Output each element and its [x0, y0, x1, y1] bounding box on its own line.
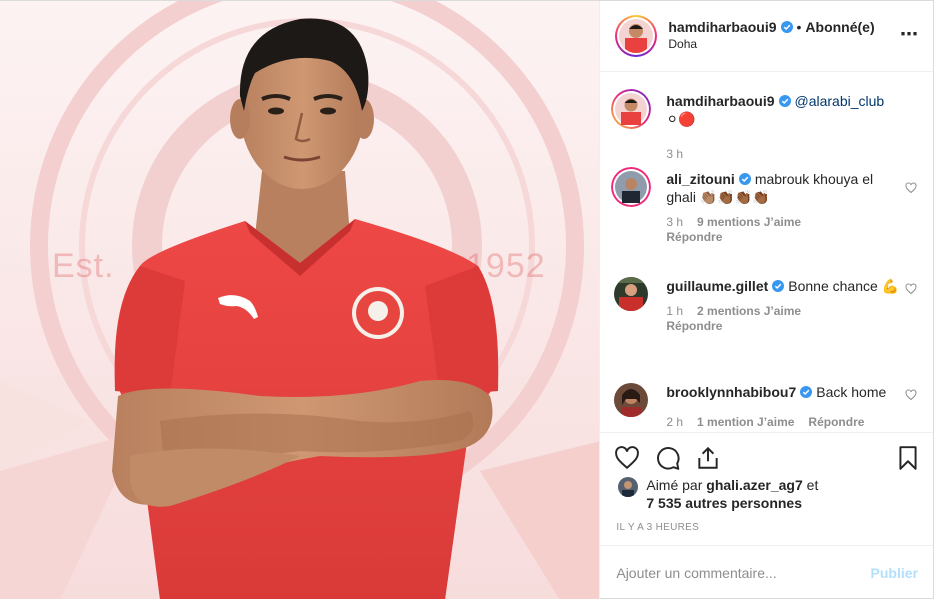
post-timestamp[interactable]: IL Y A 3 HEURES [616, 522, 699, 533]
player-photo-art [0, 1, 600, 599]
post-location[interactable]: Doha [668, 36, 874, 53]
comment-icon[interactable] [655, 445, 681, 471]
commenter-username[interactable]: guillaume.gillet [666, 278, 768, 294]
author-avatar[interactable] [615, 15, 658, 57]
commenter-username[interactable]: brooklynnhabibou7 [666, 384, 796, 400]
comments-list[interactable]: hamdiharbaoui9 @alarabi_club ⚪🔴 3 h ali_z… [600, 72, 933, 432]
caption-mention-link[interactable]: @alarabi_club [795, 93, 885, 109]
comment-input[interactable] [616, 565, 871, 581]
liked-by-avatar[interactable] [618, 477, 639, 497]
commenter-avatar[interactable] [611, 167, 652, 207]
commenter-avatar[interactable] [614, 383, 649, 417]
liked-by-connector: et [806, 477, 819, 493]
following-button[interactable]: Abonné(e) [805, 19, 874, 35]
verified-icon [772, 280, 785, 292]
comment-likes[interactable]: 9 mentions J’aime [697, 215, 801, 229]
caption-username[interactable]: hamdiharbaoui9 [666, 93, 774, 109]
caption: hamdiharbaoui9 @alarabi_club ⚪🔴 3 h [611, 89, 917, 161]
comment-like-heart-icon[interactable] [905, 182, 917, 194]
post-header: hamdiharbaoui9 • Abonné(e) Doha ⋯ [600, 1, 933, 72]
publish-button[interactable]: Publier [871, 565, 918, 581]
heart-icon[interactable] [614, 445, 640, 471]
more-options-icon[interactable]: ⋯ [900, 25, 919, 43]
instagram-post: Est. 1952 hamdiharbaoui9 • Abonné(e) Doha … [0, 0, 934, 599]
commenter-avatar[interactable] [614, 277, 649, 311]
comment-time[interactable]: 2 h [666, 415, 683, 429]
post-actions-section: Aimé par ghali.azer_ag7 et 7 535 autres … [600, 432, 933, 545]
comment-item: ali_zitouni mabrouk khouya el ghali 👏🏽👏🏾👏… [611, 167, 917, 244]
reply-button[interactable]: Répondre [666, 230, 896, 244]
bookmark-icon[interactable] [895, 445, 921, 471]
caption-time[interactable]: 3 h [666, 147, 683, 161]
header-separator: • [796, 19, 802, 35]
caption-avatar[interactable] [611, 89, 652, 129]
comment-like-heart-icon[interactable] [905, 283, 917, 295]
comment-like-heart-icon[interactable] [905, 389, 917, 401]
comment-likes[interactable]: 1 mention J’aime [697, 415, 794, 429]
post-side-panel: hamdiharbaoui9 • Abonné(e) Doha ⋯ hamdihar… [600, 1, 933, 599]
liked-by-summary: Aimé par ghali.azer_ag7 et 7 535 autres … [618, 476, 818, 512]
comment-time[interactable]: 3 h [666, 215, 683, 229]
share-icon[interactable] [695, 445, 721, 471]
liked-by-user[interactable]: ghali.azer_ag7 [706, 477, 803, 493]
comment-item: guillaume.gillet Bonne chance 💪 1 h 2 men… [614, 277, 917, 333]
commenter-username[interactable]: ali_zitouni [666, 171, 734, 187]
reply-button[interactable]: Répondre [808, 415, 864, 429]
verified-icon [800, 386, 813, 398]
crest-year-text: 1952 [466, 247, 546, 285]
reply-button[interactable]: Répondre [666, 319, 899, 333]
comment-item: brooklynnhabibou7 Back home 2 h 1 mention… [614, 383, 917, 429]
comment-text: Back home [816, 384, 887, 400]
add-comment-bar: Publier [600, 545, 933, 599]
liked-by-others[interactable]: 7 535 autres personnes [646, 495, 802, 511]
comment-likes[interactable]: 2 mentions J’aime [697, 304, 801, 318]
crest-est-text: Est. [52, 247, 115, 285]
post-photo[interactable]: Est. 1952 [0, 1, 601, 599]
caption-emoji: ⚪🔴 [666, 111, 696, 127]
author-username[interactable]: hamdiharbaoui9 [668, 19, 776, 35]
comment-time[interactable]: 1 h [666, 304, 683, 318]
verified-icon [780, 21, 793, 33]
verified-icon [778, 95, 791, 107]
liked-by-prefix: Aimé par [646, 477, 703, 493]
verified-icon [738, 173, 751, 185]
comment-text: Bonne chance 💪 [788, 278, 900, 294]
